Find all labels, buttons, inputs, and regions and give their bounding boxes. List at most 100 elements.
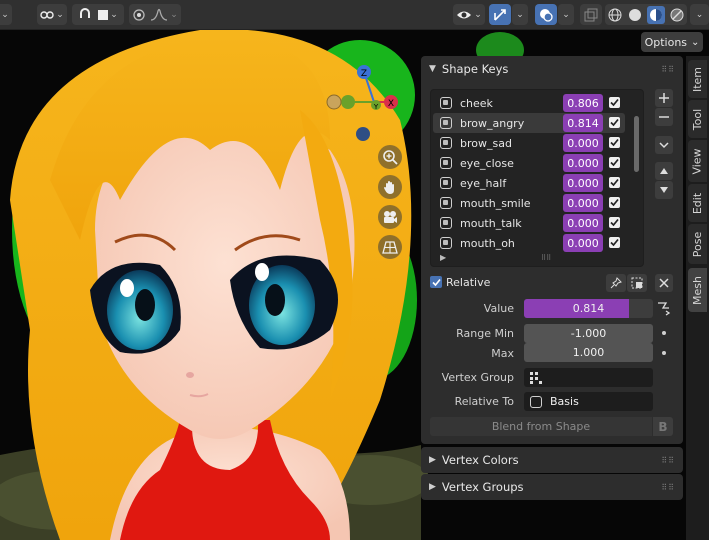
clear-shape-keys-button[interactable] (655, 274, 673, 292)
shape-key-mute-checkbox[interactable] (609, 217, 620, 228)
close-icon (659, 278, 669, 288)
zoom-icon[interactable] (378, 145, 402, 169)
shape-key-value-field[interactable]: 0.000 (563, 214, 603, 232)
shape-key-value-field[interactable]: 0.814 (563, 114, 603, 132)
blend-add-toggle-icon[interactable]: B (653, 417, 673, 436)
shape-key-value-field[interactable]: 0.000 (563, 154, 603, 172)
shape-key-row[interactable]: eye_close 0.000 (433, 153, 625, 173)
chevron-down-icon (659, 142, 669, 149)
shape-key-value-field[interactable]: 0.000 (563, 174, 603, 192)
shape-key-row[interactable]: brow_angry 0.814 (433, 113, 625, 133)
wireframe-shading-icon[interactable] (607, 7, 623, 23)
tab-mesh[interactable]: Mesh (688, 268, 707, 312)
max-field[interactable]: 1.000 (524, 343, 653, 362)
range-min-field[interactable]: -1.000 (524, 324, 653, 343)
shape-key-row[interactable]: cheek 0.806 (433, 93, 625, 113)
move-down-button[interactable] (655, 181, 673, 199)
shape-key-specials-button[interactable] (655, 136, 673, 154)
shape-keys-header[interactable]: ▼ Shape Keys ⠿⠿ (421, 56, 683, 82)
rendered-shading-icon[interactable] (669, 7, 685, 23)
drag-grip-icon[interactable]: ⠿⠿ (661, 483, 675, 492)
shape-key-name[interactable]: brow_sad (460, 137, 564, 150)
shape-key-row[interactable]: eye_half 0.000 (433, 173, 625, 193)
snap-increment-icon (98, 9, 109, 20)
tab-view[interactable]: View (688, 140, 707, 182)
remove-shape-key-button[interactable] (655, 108, 673, 126)
visibility-dropdown[interactable]: ⌄ (453, 4, 485, 25)
shape-key-mute-checkbox[interactable] (609, 177, 620, 188)
material-preview-icon[interactable] (647, 5, 665, 24)
shape-key-lock-button[interactable] (606, 274, 626, 292)
animate-property-icon[interactable] (657, 300, 671, 319)
overlays-toggle-button[interactable] (535, 4, 557, 25)
relative-label: Relative (446, 276, 491, 289)
vertex-groups-header[interactable]: ▶ Vertex Groups ⠿⠿ (421, 474, 683, 500)
shape-key-row[interactable]: mouth_smile 0.000 (433, 193, 625, 213)
edit-mode-toggle-button[interactable] (627, 274, 647, 292)
snapping-group[interactable]: ⌄ (72, 4, 124, 25)
keyframe-dot-icon[interactable] (662, 351, 666, 355)
vertex-group-field[interactable] (524, 368, 653, 387)
checkmark-icon (610, 98, 619, 107)
tab-view-label: View (691, 147, 705, 175)
list-resize-grip-icon[interactable]: ⠿⠿ (541, 254, 551, 262)
drag-grip-icon[interactable]: ⠿⠿ (661, 456, 675, 465)
drag-grip-icon[interactable]: ⠿⠿ (661, 65, 675, 74)
shape-key-mute-checkbox[interactable] (609, 157, 620, 168)
shading-dropdown[interactable]: ⌄ (690, 4, 709, 25)
shape-key-value-field[interactable]: 0.000 (563, 234, 603, 252)
relative-checkbox[interactable] (430, 276, 442, 288)
gizmo-toggle-button[interactable] (489, 4, 511, 25)
list-expand-arrow-icon[interactable]: ▶ (440, 253, 446, 262)
shape-key-name[interactable]: mouth_smile (460, 197, 564, 210)
perspective-grid-icon[interactable] (378, 235, 402, 259)
options-dropdown[interactable]: Options ⌄ (641, 32, 703, 52)
proportional-editing-group[interactable]: ⌄ (129, 4, 181, 25)
mode-dropdown[interactable]: ⌄ (0, 4, 12, 25)
tab-tool[interactable]: Tool (688, 100, 707, 138)
relative-to-field[interactable]: Basis (524, 392, 653, 411)
shape-key-value-field[interactable]: 0.000 (563, 194, 603, 212)
relative-to-label: Relative To (454, 395, 514, 408)
gizmo-arrows-icon (494, 8, 506, 21)
shape-key-row[interactable]: mouth_oh 0.000 (433, 233, 625, 253)
blend-from-shape-button[interactable]: Blend from Shape (430, 417, 652, 436)
shape-key-name[interactable]: eye_close (460, 157, 564, 170)
checkmark-icon (610, 178, 619, 187)
gizmo-dropdown[interactable]: ⌄ (512, 4, 528, 25)
shape-key-mute-checkbox[interactable] (609, 117, 620, 128)
shape-key-name[interactable]: cheek (460, 97, 564, 110)
add-shape-key-button[interactable] (655, 89, 673, 107)
value-slider[interactable]: 0.814 (524, 299, 653, 318)
navigation-gizmo[interactable]: Z X Y (325, 62, 405, 142)
camera-view-icon[interactable] (378, 205, 402, 229)
shape-key-mute-checkbox[interactable] (609, 197, 620, 208)
shape-key-value-field[interactable]: 0.000 (563, 134, 603, 152)
solid-shading-icon[interactable] (627, 7, 643, 23)
shape-key-row[interactable]: mouth_talk 0.000 (433, 213, 625, 233)
xray-toggle-button[interactable] (580, 4, 602, 25)
shape-key-name[interactable]: brow_angry (460, 117, 564, 130)
tab-pose[interactable]: Pose (688, 224, 707, 264)
shape-key-row[interactable]: brow_sad 0.000 (433, 133, 625, 153)
shape-key-name[interactable]: mouth_talk (460, 217, 564, 230)
list-scrollbar[interactable] (634, 116, 639, 172)
pivot-point-dropdown[interactable]: ⌄ (37, 4, 67, 25)
editmode-square-icon (631, 277, 643, 289)
shape-key-name[interactable]: eye_half (460, 177, 564, 190)
shape-key-mute-checkbox[interactable] (609, 97, 620, 108)
tab-edit[interactable]: Edit (688, 184, 707, 222)
shape-key-value-field[interactable]: 0.806 (563, 94, 603, 112)
keyframe-dot-icon[interactable] (662, 331, 666, 335)
pan-hand-icon[interactable] (378, 175, 402, 199)
gizmo-y-label: Y (373, 103, 379, 111)
move-up-button[interactable] (655, 162, 673, 180)
shape-key-icon (530, 395, 542, 408)
shape-key-name[interactable]: mouth_oh (460, 237, 564, 250)
shape-key-mute-checkbox[interactable] (609, 137, 620, 148)
overlays-dropdown[interactable]: ⌄ (558, 4, 574, 25)
shape-key-mute-checkbox[interactable] (609, 237, 620, 248)
snap-magnet-icon (80, 7, 91, 18)
vertex-colors-header[interactable]: ▶ Vertex Colors ⠿⠿ (421, 447, 683, 473)
tab-item[interactable]: Item (688, 60, 707, 98)
